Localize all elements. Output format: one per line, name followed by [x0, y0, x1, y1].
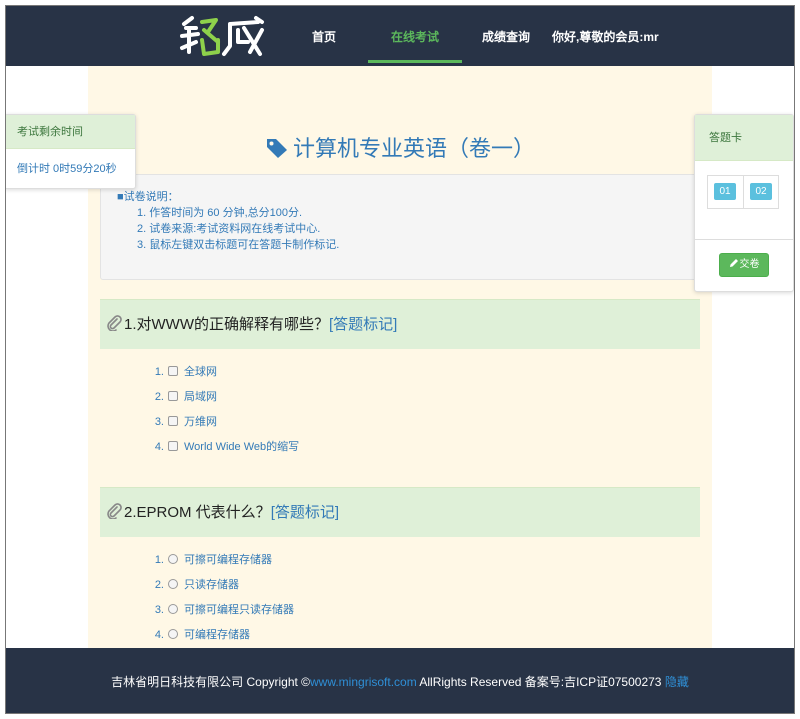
option-item[interactable]: 4. World Wide Web的缩写	[148, 435, 299, 460]
answer-card-cell: 02	[744, 176, 780, 208]
option-item[interactable]: 2. 局域网	[148, 385, 299, 410]
tag-icon	[266, 139, 287, 158]
option-checkbox[interactable]	[168, 391, 178, 401]
exam-instructions: ■试卷说明： 1. 作答时间为 60 分钟,总分100分. 2. 试卷来源:考试…	[100, 174, 700, 280]
answer-card-title: 答题卡	[695, 115, 793, 161]
option-radio[interactable]	[168, 604, 178, 614]
question-2-header[interactable]: 2.EPROM 代表什么？[答题标记]	[100, 487, 700, 537]
answer-card-panel: 答题卡 01 02 交卷	[694, 114, 794, 292]
footer-company: 吉林省明日科技有限公司 Copyright ©	[111, 675, 311, 689]
page-footer: 吉林省明日科技有限公司 Copyright ©www.mingrisoft.co…	[6, 648, 794, 713]
submit-exam-button[interactable]: 交卷	[719, 253, 769, 277]
exam-title: 计算机专业英语（卷一）	[88, 134, 712, 164]
nav-score-query[interactable]: 成绩查询	[482, 6, 530, 66]
answer-card-grid: 01 02	[707, 175, 779, 209]
paperclip-icon	[107, 503, 122, 519]
footer-rights: AllRights Reserved 备案号:吉ICP证07500273	[416, 675, 665, 689]
option-radio[interactable]	[168, 629, 178, 639]
brand-logo[interactable]	[178, 12, 270, 60]
question-1-mark-link[interactable]: [答题标记]	[329, 316, 397, 333]
instruction-line: 3. 鼠标左键双击标题可在答题卡制作标记.	[137, 239, 340, 251]
option-item[interactable]: 2. 只读存储器	[148, 573, 294, 598]
question-1-header[interactable]: 1.对WWW的正确解释有哪些？[答题标记]	[100, 299, 700, 349]
question-1-options: 1. 全球网 2. 局域网 3. 万维网 4. World Wide Web的缩写	[148, 360, 299, 460]
question-1-text: 1.对WWW的正确解释有哪些？	[124, 316, 329, 333]
option-item[interactable]: 1. 全球网	[148, 360, 299, 385]
pencil-icon	[729, 259, 738, 267]
exam-title-text: 计算机专业英语（卷一）	[292, 136, 535, 161]
option-checkbox[interactable]	[168, 441, 178, 451]
question-2-text: 2.EPROM 代表什么？	[124, 504, 271, 521]
user-greeting: 你好,尊敬的会员:mr	[552, 30, 659, 44]
instruction-line: 2. 试卷来源:考试资料网在线考试中心.	[137, 223, 321, 235]
active-nav-indicator	[368, 60, 462, 63]
answer-card-item-01[interactable]: 01	[714, 183, 736, 200]
footer-site-link[interactable]: www.mingrisoft.com	[310, 675, 417, 689]
answer-card-cell: 01	[708, 176, 744, 208]
nav-online-exam[interactable]: 在线考试	[391, 6, 439, 66]
paperclip-icon	[107, 315, 122, 331]
option-checkbox[interactable]	[168, 416, 178, 426]
answer-card-item-02[interactable]: 02	[750, 183, 772, 200]
nav-home[interactable]: 首页	[312, 6, 336, 66]
footer-hide-link[interactable]: 隐藏	[665, 675, 689, 689]
timer-panel: 考试剩余时间 倒计时 0时59分20秒	[6, 114, 136, 189]
instruction-line: 1. 作答时间为 60 分钟,总分100分.	[137, 207, 303, 219]
option-item[interactable]: 4. 可编程存储器	[148, 623, 294, 648]
browser-viewport: 首页 在线考试 成绩查询 你好,尊敬的会员:mr 计算机专业英语（卷一） ■试卷…	[5, 5, 795, 714]
submit-label: 交卷	[739, 259, 760, 270]
option-checkbox[interactable]	[168, 366, 178, 376]
question-2-mark-link[interactable]: [答题标记]	[271, 504, 339, 521]
exam-paper: 计算机专业英语（卷一） ■试卷说明： 1. 作答时间为 60 分钟,总分100分…	[88, 66, 712, 648]
option-item[interactable]: 3. 可擦可编程只读存储器	[148, 598, 294, 623]
option-radio[interactable]	[168, 579, 178, 589]
option-item[interactable]: 3. 万维网	[148, 410, 299, 435]
card-divider	[695, 239, 793, 240]
instructions-heading: ■试卷说明：	[117, 191, 179, 203]
timer-title: 考试剩余时间	[6, 115, 135, 149]
question-2-options: 1. 可擦可编程存储器 2. 只读存储器 3. 可擦可编程只读存储器 4. 可编程存储器	[148, 548, 294, 648]
top-navbar: 首页 在线考试 成绩查询 你好,尊敬的会员:mr	[6, 6, 794, 66]
countdown-text: 倒计时 0时59分20秒	[17, 163, 117, 175]
option-radio[interactable]	[168, 554, 178, 564]
option-item[interactable]: 1. 可擦可编程存储器	[148, 548, 294, 573]
